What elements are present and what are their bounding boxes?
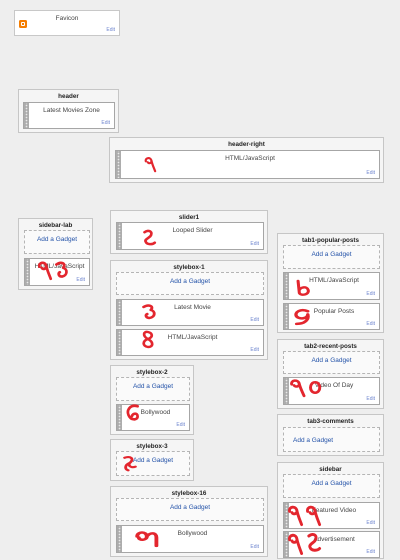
add-gadget-slot[interactable]: Add a Gadget xyxy=(116,377,190,401)
section-header: header Latest Movies Zone Edit xyxy=(18,89,119,133)
section-stylebox-1: stylebox-1 Add a Gadget Latest Movie Edi… xyxy=(110,260,268,360)
section-title: sidebar-lab xyxy=(38,222,73,229)
edit-link[interactable]: Edit xyxy=(176,422,185,428)
annotation-stroke xyxy=(37,261,53,281)
add-gadget-slot[interactable]: Add a Gadget xyxy=(116,272,264,295)
annotation-stroke xyxy=(294,308,310,326)
annotation-numeral xyxy=(288,533,322,555)
add-gadget-slot[interactable]: Add a Gadget xyxy=(283,245,380,269)
annotation-stroke xyxy=(290,379,306,398)
annotation-stroke xyxy=(296,279,310,296)
annotation-stroke xyxy=(126,404,139,421)
annotation-numeral xyxy=(288,505,322,527)
add-gadget-slot[interactable]: Add a Gadget xyxy=(283,427,380,452)
section-tab3-comments: tab3-comments Add a Gadget xyxy=(277,414,384,456)
annotation-stroke xyxy=(135,531,159,548)
section-title: slider1 xyxy=(178,214,200,221)
edit-link[interactable]: Edit xyxy=(250,544,259,550)
annotation-numeral xyxy=(142,304,156,320)
edit-link[interactable]: Edit xyxy=(250,347,259,353)
annotation-stroke xyxy=(142,330,154,349)
section-stylebox-2: stylebox-2 Add a Gadget Bollywood Edit xyxy=(110,365,194,435)
add-gadget-link[interactable]: Add a Gadget xyxy=(293,437,379,445)
section-title: tab2-recent-posts xyxy=(304,343,357,350)
annotation-numeral xyxy=(37,261,68,281)
section-title: stylebox-3 xyxy=(136,443,168,450)
gadget-label: Latest Movies Zone xyxy=(43,107,100,114)
favicon-gadget[interactable]: Favicon Edit xyxy=(14,10,120,36)
section-title: stylebox-16 xyxy=(171,490,207,497)
edit-link[interactable]: Edit xyxy=(101,120,110,126)
annotation-stroke xyxy=(143,229,157,246)
add-gadget-link[interactable]: Add a Gadget xyxy=(284,357,379,365)
annotation-stroke xyxy=(309,380,322,395)
annotation-stroke xyxy=(306,505,322,527)
add-gadget-slot[interactable]: Add a Gadget xyxy=(116,498,264,521)
annotation-numeral xyxy=(290,379,322,398)
section-title: header xyxy=(58,93,79,100)
annotation-numeral xyxy=(142,330,154,349)
add-gadget-slot[interactable]: Add a Gadget xyxy=(283,351,380,374)
edit-link[interactable]: Edit xyxy=(366,291,375,297)
add-gadget-slot[interactable]: Add a Gadget xyxy=(283,474,380,498)
annotation-stroke xyxy=(288,533,304,555)
gadget-label: HTML/JavaScript xyxy=(225,155,275,162)
annotation-stroke xyxy=(307,533,322,552)
annotation-numeral xyxy=(123,456,137,472)
annotation-stroke xyxy=(142,304,156,320)
section-title: tab3-comments xyxy=(307,418,354,425)
edit-link[interactable]: Edit xyxy=(250,317,259,323)
section-title: tab1-popular-posts xyxy=(301,237,360,244)
gadget-html-javascript[interactable]: HTML/JavaScript Edit xyxy=(116,329,264,356)
section-slider1: slider1 Looped Slider Edit xyxy=(110,210,268,254)
add-gadget-link[interactable]: Add a Gadget xyxy=(117,504,263,512)
annotation-stroke xyxy=(123,456,137,472)
add-gadget-link[interactable]: Add a Gadget xyxy=(284,480,379,488)
add-gadget-link[interactable]: Add a Gadget xyxy=(117,278,263,286)
add-gadget-slot[interactable]: Add a Gadget xyxy=(24,230,90,254)
edit-link[interactable]: Edit xyxy=(366,396,375,402)
edit-link[interactable]: Edit xyxy=(366,549,375,555)
edit-link[interactable]: Edit xyxy=(366,321,375,327)
section-title: stylebox-2 xyxy=(136,369,168,376)
add-gadget-link[interactable]: Add a Gadget xyxy=(117,383,189,391)
annotation-numeral xyxy=(143,229,157,246)
add-gadget-link[interactable]: Add a Gadget xyxy=(25,236,89,244)
gadget-label: Favicon xyxy=(55,15,79,22)
annotation-numeral xyxy=(296,279,310,296)
annotation-stroke xyxy=(144,157,157,173)
section-title: stylebox-1 xyxy=(173,264,205,271)
edit-link[interactable]: Edit xyxy=(366,520,375,526)
annotation-numeral xyxy=(294,308,310,326)
annotation-stroke xyxy=(288,505,304,527)
edit-link[interactable]: Edit xyxy=(366,170,375,176)
gadget-looped-slider[interactable]: Looped Slider Edit xyxy=(116,222,264,250)
edit-link[interactable]: Edit xyxy=(76,277,85,283)
gadget-latest-movies-zone[interactable]: Latest Movies Zone Edit xyxy=(23,102,115,129)
gadget-latest-movie[interactable]: Latest Movie Edit xyxy=(116,299,264,326)
section-title: header-right xyxy=(228,141,265,148)
annotation-numeral xyxy=(126,404,139,421)
edit-link[interactable]: Edit xyxy=(250,241,259,247)
annotation-numeral xyxy=(144,157,157,173)
annotation-numeral xyxy=(135,531,159,548)
add-gadget-link[interactable]: Add a Gadget xyxy=(284,251,379,259)
annotation-stroke xyxy=(55,261,68,278)
edit-link[interactable]: Edit xyxy=(106,27,115,33)
section-tab2-recent-posts: tab2-recent-posts Add a Gadget Video Of … xyxy=(277,339,384,409)
section-title: sidebar xyxy=(319,466,342,473)
